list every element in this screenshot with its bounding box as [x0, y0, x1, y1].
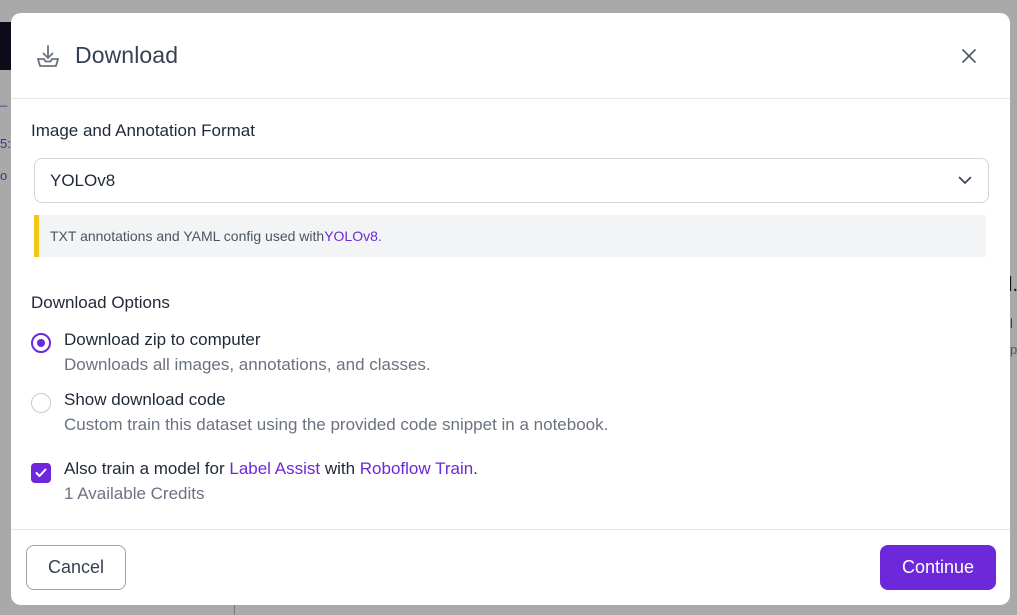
background-text: 5:: [0, 136, 11, 151]
download-zip-radio[interactable]: [31, 333, 51, 353]
dialog-header: Download: [11, 13, 1010, 99]
option-show-code[interactable]: Show download code Custom train this dat…: [31, 389, 990, 436]
train-model-checkbox[interactable]: [31, 463, 51, 483]
radio-selected-dot: [37, 339, 45, 347]
yolov8-link[interactable]: YOLOv8: [324, 228, 378, 244]
download-zip-description: Downloads all images, annotations, and c…: [64, 355, 431, 374]
background-text: p: [1010, 342, 1017, 357]
train-model-title: Also train a model for Label Assist with…: [64, 458, 478, 480]
format-info-text: TXT annotations and YAML config used wit…: [50, 228, 325, 244]
label-assist-link[interactable]: Label Assist: [229, 459, 320, 478]
show-code-title: Show download code: [64, 390, 226, 409]
format-info-box: TXT annotations and YAML config used wit…: [34, 215, 986, 257]
option-train-model[interactable]: Also train a model for Label Assist with…: [31, 458, 990, 505]
train-model-prefix: Also train a model for: [64, 459, 230, 478]
format-select-value: YOLOv8: [50, 170, 116, 190]
show-code-description: Custom train this dataset using the prov…: [64, 415, 609, 434]
dialog-title: Download: [75, 42, 179, 68]
background-text: l: [1010, 316, 1013, 331]
cancel-button[interactable]: Cancel: [26, 545, 126, 590]
chevron-down-icon: [958, 172, 972, 190]
format-select[interactable]: YOLOv8: [34, 158, 989, 203]
download-zip-title: Download zip to computer: [64, 330, 261, 349]
roboflow-train-link[interactable]: Roboflow Train: [360, 459, 473, 478]
show-code-radio[interactable]: [31, 393, 51, 413]
dialog-footer: Cancel Continue: [11, 529, 1010, 605]
train-model-middle: with: [320, 459, 360, 478]
continue-button[interactable]: Continue: [880, 545, 996, 590]
format-info-suffix: .: [377, 228, 382, 244]
available-credits: 1 Available Credits: [64, 484, 205, 503]
download-dialog: Download Image and Annotation Format YOL…: [11, 13, 1010, 605]
train-model-suffix: .: [473, 459, 478, 478]
background-text: _: [0, 92, 8, 107]
close-icon: [962, 49, 976, 63]
background-text: o: [0, 168, 8, 183]
close-button[interactable]: [958, 45, 980, 67]
dialog-body: Image and Annotation Format YOLOv8 TXT a…: [11, 99, 1010, 505]
format-label: Image and Annotation Format: [31, 121, 255, 140]
download-options-label: Download Options: [31, 293, 170, 312]
download-icon: [34, 42, 62, 70]
option-download-zip[interactable]: Download zip to computer Downloads all i…: [31, 329, 990, 376]
check-icon: [35, 468, 47, 477]
